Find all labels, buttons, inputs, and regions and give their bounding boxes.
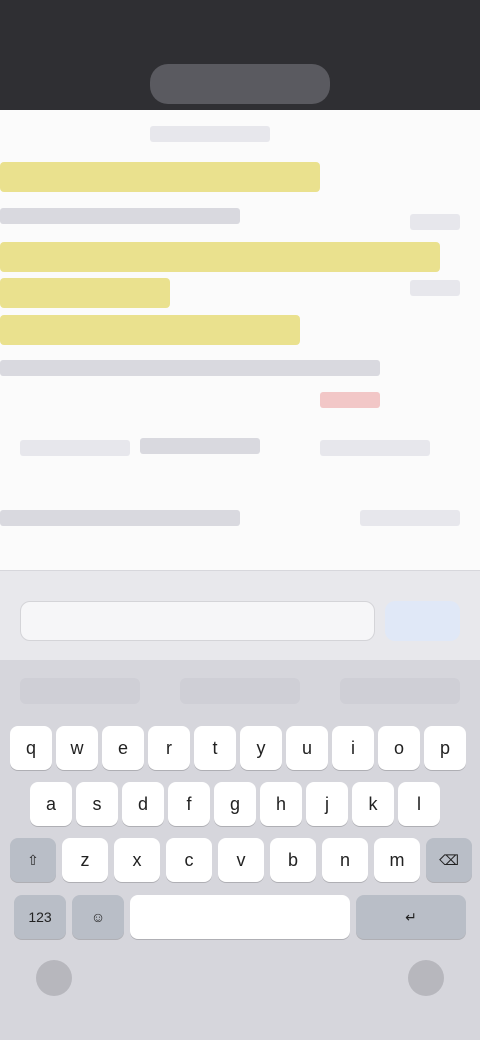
text-line bbox=[410, 214, 460, 230]
suggestion-1[interactable] bbox=[20, 678, 140, 704]
key-d[interactable]: d bbox=[122, 782, 164, 826]
find-input[interactable] bbox=[20, 601, 375, 641]
key-y[interactable]: y bbox=[240, 726, 282, 770]
web-content bbox=[0, 110, 480, 570]
status-icons bbox=[380, 20, 450, 40]
key-m[interactable]: m bbox=[374, 838, 420, 882]
key-h[interactable]: h bbox=[260, 782, 302, 826]
key-o[interactable]: o bbox=[378, 726, 420, 770]
text-line bbox=[320, 440, 430, 456]
return-key[interactable]: ↵ bbox=[356, 895, 466, 939]
key-x[interactable]: x bbox=[114, 838, 160, 882]
keyboard: 123 ☺ ↵ q w e r t y u i o p a s d f g h j k l ⇧ z x c v b n m ⌫ bbox=[0, 660, 480, 1040]
text-line bbox=[0, 510, 240, 526]
key-q[interactable]: q bbox=[10, 726, 52, 770]
key-i[interactable]: i bbox=[332, 726, 374, 770]
key-p[interactable]: p bbox=[424, 726, 466, 770]
key-e[interactable]: e bbox=[102, 726, 144, 770]
key-shift[interactable]: ⇧ bbox=[10, 838, 56, 882]
key-w[interactable]: w bbox=[56, 726, 98, 770]
address-bar[interactable] bbox=[150, 64, 330, 104]
key-t[interactable]: t bbox=[194, 726, 236, 770]
text-line bbox=[20, 440, 130, 456]
key-l[interactable]: l bbox=[398, 782, 440, 826]
key-g[interactable]: g bbox=[214, 782, 256, 826]
key-c[interactable]: c bbox=[166, 838, 212, 882]
key-v[interactable]: v bbox=[218, 838, 264, 882]
key-r[interactable]: r bbox=[148, 726, 190, 770]
text-line bbox=[360, 510, 460, 526]
emoji-key[interactable]: ☺ bbox=[72, 895, 124, 939]
globe-icon[interactable] bbox=[36, 960, 72, 996]
status-time bbox=[38, 20, 138, 40]
text-line bbox=[140, 438, 260, 454]
highlighted-text-3 bbox=[0, 278, 170, 308]
key-b[interactable]: b bbox=[270, 838, 316, 882]
highlighted-text-2 bbox=[0, 242, 440, 272]
done-button[interactable] bbox=[385, 601, 460, 641]
text-line bbox=[0, 360, 380, 376]
find-toolbar bbox=[0, 570, 480, 661]
suggestion-3[interactable] bbox=[340, 678, 460, 704]
highlighted-text-1 bbox=[0, 162, 320, 192]
key-backspace[interactable]: ⌫ bbox=[426, 838, 472, 882]
key-z[interactable]: z bbox=[62, 838, 108, 882]
text-line bbox=[150, 126, 270, 142]
key-j[interactable]: j bbox=[306, 782, 348, 826]
key-u[interactable]: u bbox=[286, 726, 328, 770]
highlighted-text-4 bbox=[0, 315, 300, 345]
key-n[interactable]: n bbox=[322, 838, 368, 882]
key-f[interactable]: f bbox=[168, 782, 210, 826]
text-line bbox=[410, 280, 460, 296]
space-key[interactable] bbox=[130, 895, 350, 939]
key-a[interactable]: a bbox=[30, 782, 72, 826]
text-line bbox=[0, 208, 240, 224]
microphone-icon[interactable] bbox=[408, 960, 444, 996]
suggestion-2[interactable] bbox=[180, 678, 300, 704]
key-k[interactable]: k bbox=[352, 782, 394, 826]
text-line bbox=[320, 392, 380, 408]
numbers-key[interactable]: 123 bbox=[14, 895, 66, 939]
key-s[interactable]: s bbox=[76, 782, 118, 826]
